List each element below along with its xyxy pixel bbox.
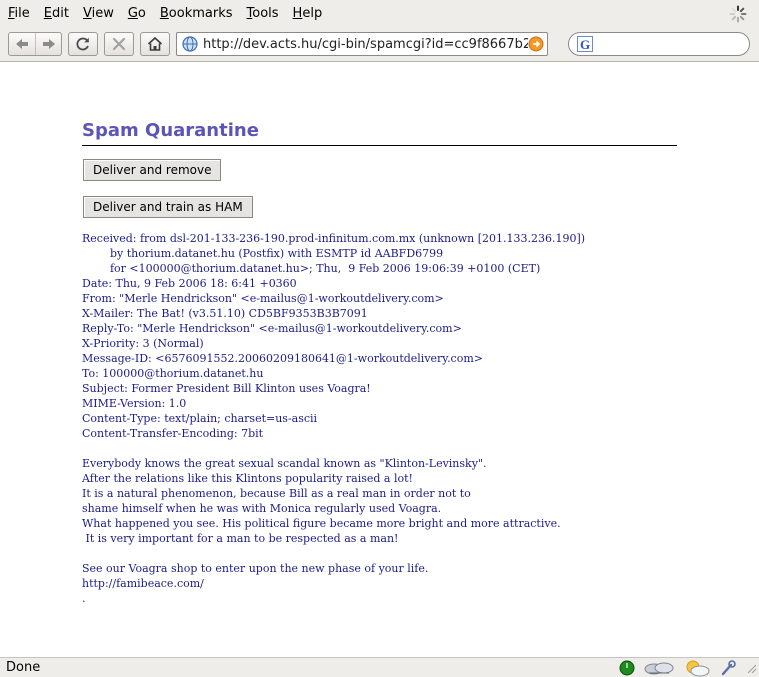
forward-button[interactable] [35,33,61,55]
reload-button[interactable] [68,32,98,56]
menu-edit-accel: E [43,6,52,21]
url-text: http://dev.acts.hu/cgi-bin/spamcgi?id=cc… [203,36,528,52]
online-status-icon [619,659,635,677]
deliver-and-remove-button[interactable]: Deliver and remove [83,159,222,181]
menu-tools-label: ools [252,6,279,21]
menu-go-label: o [137,6,146,21]
menu-view-label: iew [91,6,114,21]
globe-icon [182,36,198,52]
quarantined-message: Received: from dsl-201-133-236-190.prod-… [82,232,586,605]
stop-icon [112,37,126,51]
stop-button[interactable] [104,32,134,56]
page-content: Spam Quarantine Deliver and remove Deliv… [0,63,759,657]
menu-help-label: elp [302,6,323,21]
status-bar: Done [0,657,759,677]
home-icon [147,36,163,51]
menu-help[interactable]: Help [286,0,330,27]
page-title: Spam Quarantine [82,120,259,141]
home-button[interactable] [140,32,170,56]
navigation-toolbar: http://dev.acts.hu/cgi-bin/spamcgi?id=cc… [0,27,759,62]
menu-view-accel: V [82,6,92,21]
reload-icon [76,37,89,51]
menu-bookmarks[interactable]: Bookmarks [153,0,240,27]
google-icon[interactable]: G [577,36,593,52]
resize-grip-icon[interactable] [745,659,757,677]
status-text: Done [6,660,41,675]
forward-arrow-icon [42,39,55,49]
search-bar[interactable]: G [568,32,750,56]
network-icon [643,659,675,677]
back-arrow-icon [16,39,28,49]
weather-icon [683,659,711,677]
deliver-and-train-ham-button[interactable]: Deliver and train as HAM [83,196,253,218]
menu-tools[interactable]: Tools [240,0,286,27]
menu-go[interactable]: Go [121,0,153,27]
throbber-icon [729,5,747,23]
back-button[interactable] [9,33,35,55]
menu-bookmarks-label: ookmarks [168,6,233,21]
menu-edit-label: dit [52,6,69,21]
menu-go-accel: G [127,6,138,21]
menu-edit[interactable]: Edit [37,0,76,27]
menu-file[interactable]: File [0,0,37,27]
menu-view[interactable]: View [76,0,121,27]
go-icon[interactable] [528,36,544,52]
title-divider [82,145,677,146]
back-forward-group [8,32,62,56]
menu-bar: File Edit View Go Bookmarks Tools Help [0,0,759,27]
wrench-icon[interactable] [719,659,737,677]
menu-help-accel: H [292,6,303,21]
url-bar[interactable]: http://dev.acts.hu/cgi-bin/spamcgi?id=cc… [176,32,548,56]
menu-bookmarks-accel: B [159,6,169,21]
menu-file-label: ile [14,6,30,21]
